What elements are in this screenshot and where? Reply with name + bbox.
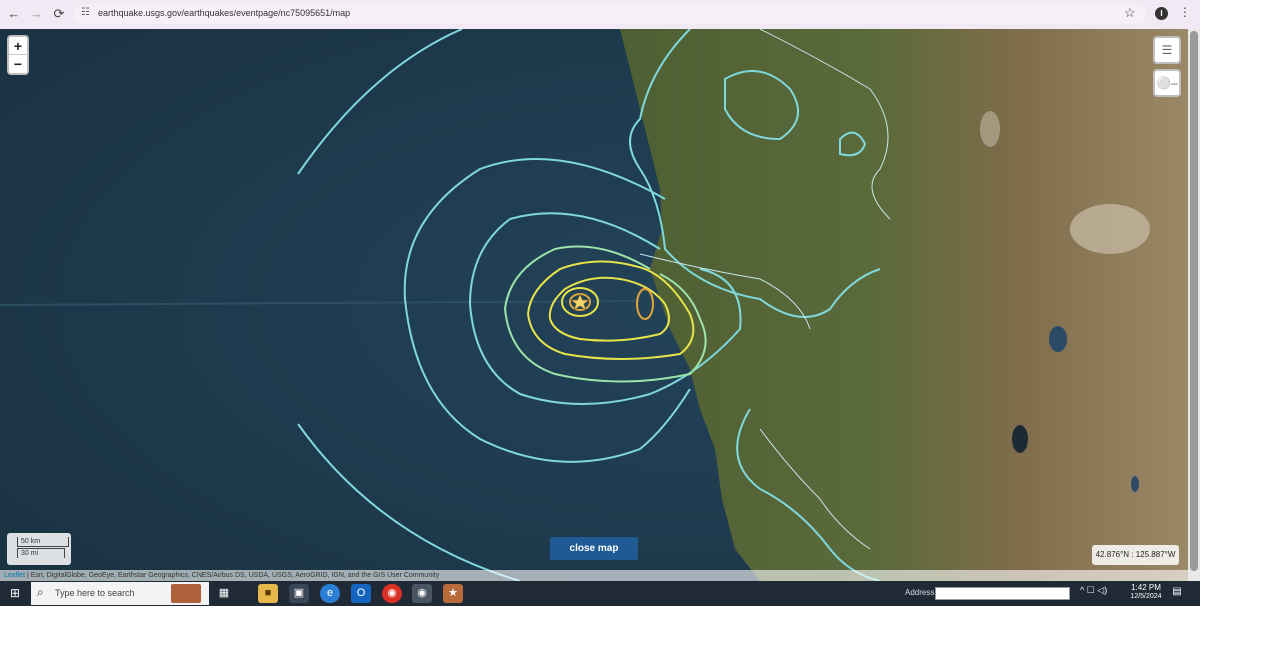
attribution-text: | Esri, DigitalGlobe, GeoEye, Earthstar … [25,572,440,579]
search-placeholder: Type here to search [55,588,135,598]
zoom-control: + − [7,35,29,75]
edge-browser-icon[interactable]: e [320,584,340,603]
app-active-icon[interactable]: ★ [443,584,463,603]
address-bar[interactable]: ☷ earthquake.usgs.gov/earthquakes/eventp… [74,4,1146,24]
zoom-in-button[interactable]: + [9,37,27,55]
map-view[interactable]: + − ☰ ⚪– 50 km 30 mi close map 42.876°N … [0,29,1188,581]
address-toolbar-input[interactable] [935,587,1070,600]
browser-toolbar: ← → ⟳ ☷ earthquake.usgs.gov/earthquakes/… [0,0,1200,30]
close-map-button[interactable]: close map [550,537,638,560]
screen: ← → ⟳ ☷ earthquake.usgs.gov/earthquakes/… [0,0,1200,606]
taskbar-search[interactable]: ⌕ Type here to search [31,582,209,605]
system-tray-icons[interactable]: ^ ☐ ◁) [1080,585,1107,596]
scale-km-label: 50 km [17,537,69,547]
back-icon[interactable]: ← [5,5,23,23]
clock-date[interactable]: 12/5/2024 [1128,593,1164,600]
scrollbar-thumb[interactable] [1190,31,1198,571]
browser-menu-icon[interactable]: ⋮ [1179,5,1191,19]
map-attribution: Leaflet | Esri, DigitalGlobe, GeoEye, Ea… [0,570,1188,581]
legend-key-button[interactable]: ⚪– [1153,69,1181,97]
key-icon: ⚪– [1156,76,1178,90]
file-explorer-icon[interactable]: ■ [258,584,278,603]
dry-lake [980,111,1000,147]
site-info-icon[interactable]: ☷ [81,7,90,18]
search-highlight-image [171,584,201,603]
outlook-icon[interactable]: O [351,584,371,603]
leaflet-link[interactable]: Leaflet [4,572,25,579]
notifications-icon[interactable]: ▤ [1170,586,1184,600]
map-canvas[interactable] [0,29,1188,581]
forward-icon[interactable]: → [27,5,45,23]
dry-lake [1070,204,1150,254]
bookmark-star-icon[interactable]: ☆ [1124,5,1136,21]
windows-start-icon[interactable]: ⊞ [4,583,26,604]
scale-bar: 50 km 30 mi [7,533,71,565]
reload-icon[interactable]: ⟳ [50,5,68,23]
layers-icon: ☰ [1161,43,1173,57]
lake [1049,326,1067,352]
page-scrollbar[interactable] [1188,29,1200,581]
url-text[interactable]: earthquake.usgs.gov/earthquakes/eventpag… [98,8,350,18]
lake [1131,476,1139,492]
lake [1012,425,1028,453]
search-icon: ⌕ [37,585,44,599]
profile-avatar[interactable]: I [1155,7,1168,20]
layers-button[interactable]: ☰ [1153,36,1181,64]
chrome-active-window-icon[interactable]: ◉ [412,584,432,603]
windows-taskbar: ⊞ ⌕ Type here to search ▦ ■ ▣ e O ◉ ◉ ★ … [0,581,1200,606]
clock-time[interactable]: 1:42 PM [1130,583,1162,592]
zoom-out-button[interactable]: − [9,55,27,73]
task-view-icon[interactable]: ▦ [214,584,234,603]
scale-mi-label: 30 mi [17,548,65,558]
coordinates-readout: 42.876°N : 125.887°W [1092,545,1179,565]
store-icon[interactable]: ▣ [289,584,309,603]
address-toolbar-label: Address [905,588,935,597]
chrome-icon[interactable]: ◉ [382,584,402,603]
